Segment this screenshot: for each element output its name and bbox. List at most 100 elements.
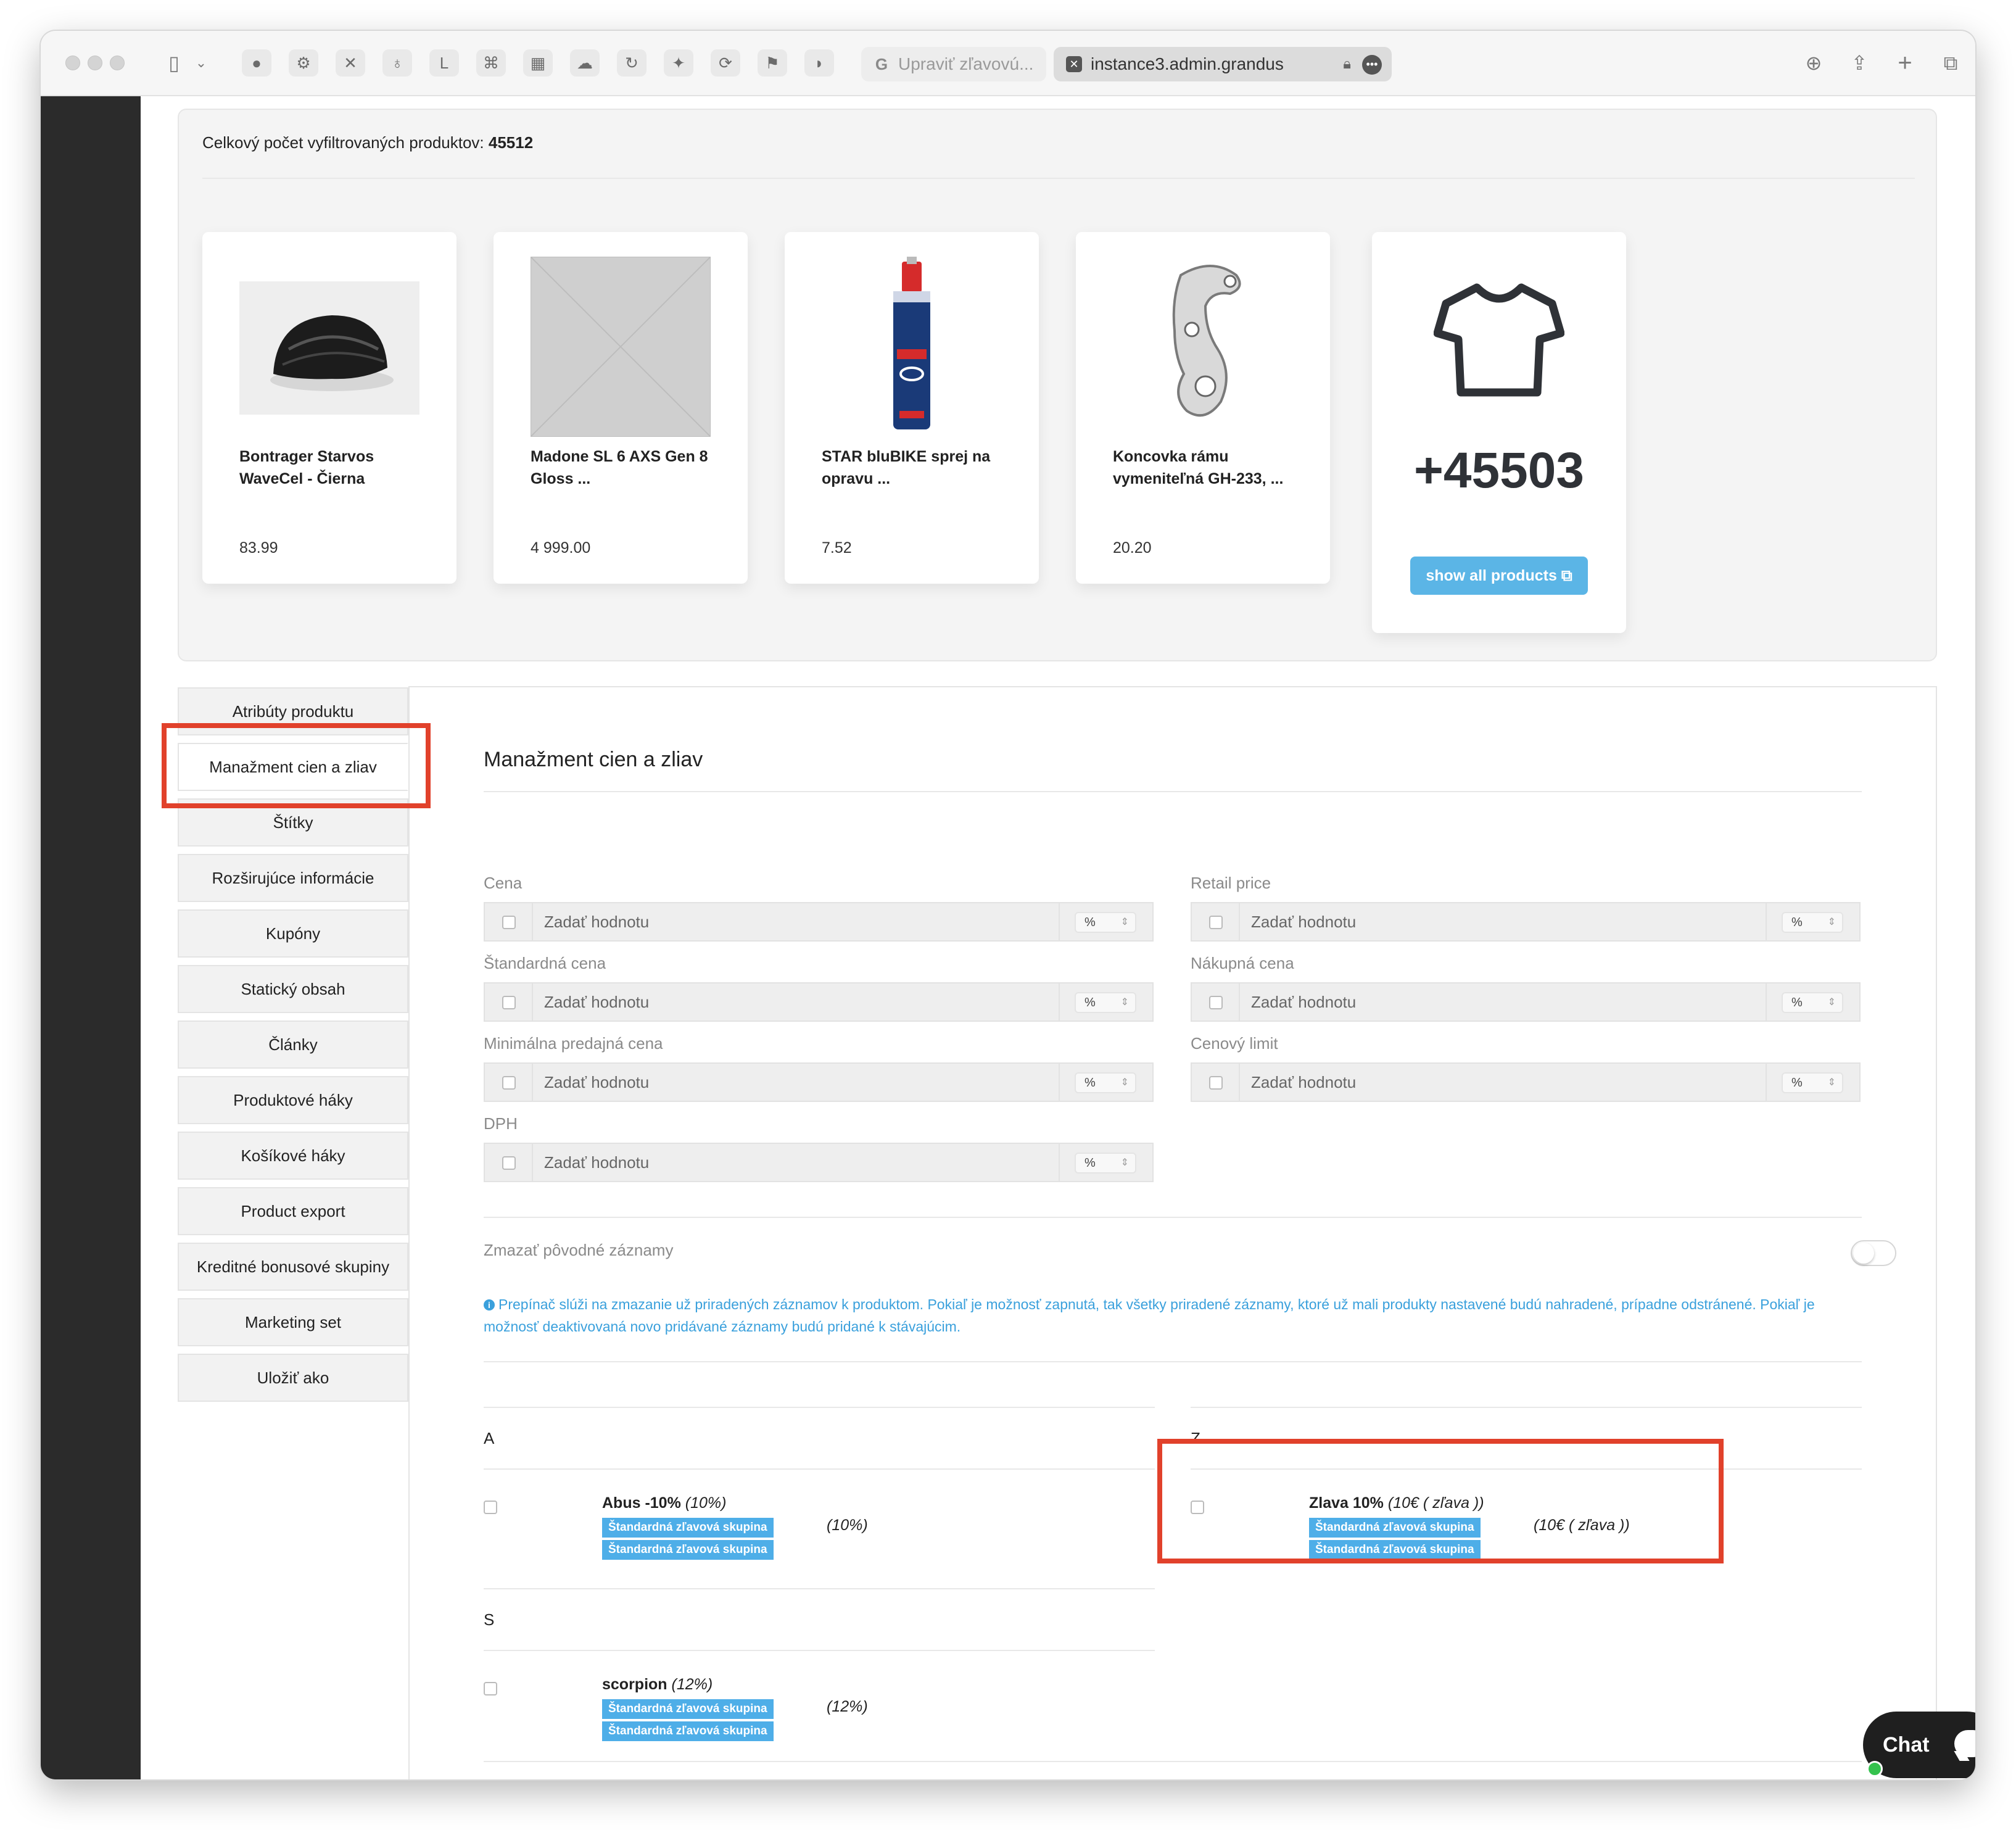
min-sale-price-unit-select[interactable]: % ⇕ <box>1075 1072 1136 1093</box>
tab-credit-bonus-groups[interactable]: Kreditné bonusové skupiny <box>178 1243 408 1291</box>
badge-value: (10%) <box>827 1517 868 1534</box>
zoom-window-button[interactable] <box>110 56 125 70</box>
product-name: Bontrager Starvos WaveCel - Čierna <box>239 448 374 487</box>
product-image-placeholder <box>530 256 711 437</box>
discount-title: Abus -10% <box>602 1494 681 1512</box>
tab-product-export[interactable]: Product export <box>178 1187 408 1235</box>
extension-puzzle-icon[interactable]: ✦ <box>664 49 693 77</box>
product-card[interactable]: Bontrager Starvos WaveCel - Čierna 83.99 <box>202 232 456 584</box>
divider <box>484 1761 1862 1762</box>
purchase-price-checkbox[interactable] <box>1209 996 1223 1009</box>
min-sale-price-input[interactable]: Zadať hodnotu <box>544 1064 649 1101</box>
unit-value: % <box>1791 916 1803 929</box>
standard-price-input[interactable]: Zadať hodnotu <box>544 983 649 1021</box>
standard-price-unit-select[interactable]: % ⇕ <box>1075 992 1136 1013</box>
chat-button[interactable]: Chat <box>1863 1712 1975 1778</box>
discount-checkbox[interactable] <box>484 1501 497 1514</box>
product-card[interactable]: Madone SL 6 AXS Gen 8 Gloss ... 4 999.00 <box>494 232 748 584</box>
vat-input[interactable]: Zadať hodnotu <box>544 1144 649 1181</box>
tab-product-hooks[interactable]: Produktové háky <box>178 1076 408 1124</box>
price-limit-unit-select[interactable]: % ⇕ <box>1782 1072 1843 1093</box>
info-text: Prepínač slúži na zmazanie už priradenýc… <box>484 1296 1815 1335</box>
browser-tab-edit-discount[interactable]: G Upraviť zľavovú... <box>861 47 1046 81</box>
more-icon[interactable]: ••• <box>1362 55 1382 75</box>
vat-field: Zadať hodnotu % ⇕ <box>484 1143 1154 1182</box>
retail-price-unit-select[interactable]: % ⇕ <box>1782 912 1843 933</box>
min-sale-price-field: Zadať hodnotu % ⇕ <box>484 1062 1154 1102</box>
extension-bulb-icon[interactable]: ♁ <box>382 49 412 77</box>
divider <box>484 1588 1155 1589</box>
extension-cloud-icon[interactable]: ☁ <box>570 49 600 77</box>
discount-checkbox[interactable] <box>484 1682 497 1695</box>
tab-label: Produktové háky <box>233 1091 353 1109</box>
new-tab-icon[interactable]: + <box>1890 49 1920 77</box>
product-name: STAR bluBIKE sprej na opravu ... <box>822 448 991 487</box>
show-all-label: show all products <box>1426 567 1557 584</box>
extension-sync-icon[interactable]: ⟳ <box>711 49 740 77</box>
minimize-window-button[interactable] <box>88 56 102 70</box>
close-window-button[interactable] <box>65 56 80 70</box>
sidebar-toggle-icon[interactable]: ▯ <box>159 49 189 77</box>
min-sale-price-checkbox[interactable] <box>502 1076 516 1090</box>
tab-label: Rozširujúce informácie <box>212 869 374 887</box>
tab-label: Marketing set <box>244 1313 342 1331</box>
tab-static-content[interactable]: Statický obsah <box>178 965 408 1013</box>
standard-price-field: Zadať hodnotu % ⇕ <box>484 982 1154 1022</box>
unit-value: % <box>1791 1076 1803 1090</box>
purchase-price-unit-select[interactable]: % ⇕ <box>1782 992 1843 1013</box>
tab-label: instance3.admin.grandus <box>1091 54 1284 73</box>
delete-records-toggle[interactable] <box>1851 1240 1896 1266</box>
download-icon[interactable]: ⊕ <box>1799 49 1828 77</box>
tab-save-as[interactable]: Uložiť ako <box>178 1354 408 1402</box>
divider <box>484 1217 1862 1218</box>
price-limit-field: Zadať hodnotu % ⇕ <box>1191 1062 1861 1102</box>
price-input[interactable]: Zadať hodnotu <box>544 903 649 940</box>
discount-group-badge: Štandardná zľavová skupina <box>602 1540 774 1560</box>
product-card[interactable]: Koncovka rámu vymeniteľná GH-233, ... 20… <box>1076 232 1330 584</box>
unit-value: % <box>1084 996 1096 1009</box>
browser-toolbar: ▯ ⌄ ● ⚙ ✕ ♁ L ⌘ ▦ ☁ ↻ ✦ ⟳ ⚑ ◗ G Upraviť … <box>41 31 1975 96</box>
extension-link-icon[interactable]: ⌘ <box>476 49 506 77</box>
tab-cart-hooks[interactable]: Košíkové háky <box>178 1132 408 1180</box>
price-unit-select[interactable]: % ⇕ <box>1075 912 1136 933</box>
online-status-dot <box>1867 1761 1883 1777</box>
g-favicon-icon: G <box>875 55 888 73</box>
show-all-products-button[interactable]: show all products ⧉ <box>1410 557 1588 595</box>
tab-articles[interactable]: Články <box>178 1021 408 1069</box>
discount-value: (10%) <box>685 1494 727 1512</box>
purchase-price-input[interactable]: Zadať hodnotu <box>1251 983 1356 1021</box>
standard-price-checkbox[interactable] <box>502 996 516 1009</box>
retail-price-checkbox[interactable] <box>1209 916 1223 929</box>
chevron-down-icon[interactable]: ⌄ <box>186 49 216 77</box>
extension-shape-icon[interactable]: ◗ <box>804 49 834 77</box>
tab-label: Product export <box>241 1202 345 1220</box>
divider <box>484 791 1862 792</box>
close-tab-icon[interactable]: ✕ <box>1066 56 1082 72</box>
discount-value: (12%) <box>671 1676 713 1693</box>
extension-table-icon[interactable]: ▦ <box>523 49 553 77</box>
select-arrows-icon: ⇕ <box>1120 1157 1129 1168</box>
chat-bubble-icon <box>1954 1730 1975 1757</box>
extension-flag-icon[interactable]: ⚑ <box>758 49 787 77</box>
tab-overview-icon[interactable]: ⧉ <box>1936 49 1965 77</box>
product-image-helmet <box>239 257 419 437</box>
price-checkbox[interactable] <box>502 916 516 929</box>
tab-label: Upraviť zľavovú... <box>898 54 1034 73</box>
tab-extended-info[interactable]: Rozširujúce informácie <box>178 854 408 902</box>
browser-tab-admin[interactable]: ✕ instance3.admin.grandus 🔒︎ ••• <box>1054 47 1392 81</box>
extension-x-icon[interactable]: ✕ <box>336 49 365 77</box>
product-card[interactable]: STAR bluBIKE sprej na opravu ... 7.52 <box>785 232 1039 584</box>
price-limit-input[interactable]: Zadať hodnotu <box>1251 1064 1356 1101</box>
share-icon[interactable]: ⇪ <box>1845 49 1874 77</box>
retail-price-input[interactable]: Zadať hodnotu <box>1251 903 1356 940</box>
github-icon[interactable]: ● <box>242 49 271 77</box>
vat-checkbox[interactable] <box>502 1156 516 1170</box>
extension-refresh-icon[interactable]: ↻ <box>617 49 647 77</box>
tab-marketing-set[interactable]: Marketing set <box>178 1298 408 1346</box>
vat-unit-select[interactable]: % ⇕ <box>1075 1153 1136 1174</box>
unit-value: % <box>1084 1156 1096 1170</box>
gear-icon[interactable]: ⚙ <box>289 49 318 77</box>
tab-coupons[interactable]: Kupóny <box>178 909 408 958</box>
extension-l-icon[interactable]: L <box>429 49 459 77</box>
price-limit-checkbox[interactable] <box>1209 1076 1223 1090</box>
